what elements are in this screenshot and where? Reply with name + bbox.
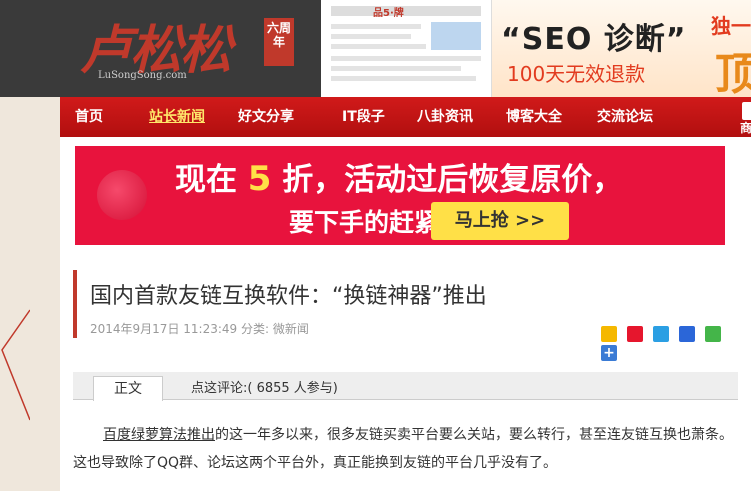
site-logo[interactable]: 卢松松 六周年 LuSongSong.com	[80, 8, 310, 88]
shot-row	[331, 24, 421, 29]
banner-title: “SEO 诊断”	[501, 22, 687, 57]
weibo-icon[interactable]	[627, 326, 644, 342]
nav-item-home[interactable]: 首页	[75, 97, 103, 137]
algorithm-link[interactable]: 百度绿萝算法推出	[103, 427, 215, 443]
banner-side-text: 独一	[711, 14, 751, 38]
logo-seal: 六周年	[264, 18, 294, 66]
banner-screenshot-image: 品5·牌	[321, 0, 492, 97]
article-tabs: 正文 点这评论:( 6855 人参与)	[73, 372, 738, 401]
share-bar: +	[601, 326, 751, 361]
article-body: 百度绿萝算法推出的这一年多以来，很多友链买卖平台要么关站，要么转行，甚至连友链互…	[73, 421, 741, 477]
qq-weibo-icon[interactable]	[653, 326, 670, 342]
nav-item-webmaster-news[interactable]: 站长新闻	[149, 97, 205, 137]
ad-headline: 现在 5 折，活动过后恢复原价，	[175, 154, 623, 199]
ad-discount-number: 5	[247, 159, 272, 199]
nav-shop-label[interactable]: 商	[740, 119, 751, 136]
tab-main-text[interactable]: 正文	[93, 376, 163, 401]
banner-side-text-large: 顶	[715, 49, 751, 97]
title-accent-bar	[73, 270, 77, 338]
shot-row	[331, 34, 411, 39]
ad-headline-prefix: 现在	[175, 162, 237, 198]
header-banner-ad[interactable]: 品5·牌 “SEO 诊断” 100天无效退款 独一 顶	[321, 0, 751, 97]
nav-item-article-share[interactable]: 好文分享	[238, 97, 294, 137]
promo-banner-ad[interactable]: 现在 5 折，活动过后恢复原价， 要下手的赶紧！ 马上抢 >>	[75, 146, 725, 245]
ad-headline-suffix: 折，活动过后恢复原价，	[282, 162, 624, 198]
nav-item-gossip[interactable]: 八卦资讯	[417, 97, 473, 137]
main-nav: 首页 站长新闻 好文分享 IT段子 八卦资讯 博客大全 交流论坛 商	[60, 97, 751, 137]
shot-row	[331, 66, 461, 71]
logo-domain: LuSongSong.com	[98, 70, 187, 81]
shot-row	[331, 76, 476, 81]
shot-logo: 品5·牌	[373, 8, 404, 19]
banner-subtitle: 100天无效退款	[507, 62, 646, 86]
shot-box	[431, 22, 481, 50]
tab-comments[interactable]: 点这评论:( 6855 人参与)	[191, 377, 338, 396]
nav-item-blog-directory[interactable]: 博客大全	[506, 97, 562, 137]
decorative-arrow-icon	[1, 309, 30, 421]
shot-row	[331, 56, 481, 61]
shot-row	[331, 44, 426, 49]
shot-bar	[331, 6, 481, 16]
nav-item-forum[interactable]: 交流论坛	[597, 97, 653, 137]
qzone-icon[interactable]	[601, 326, 617, 342]
nav-item-it-jokes[interactable]: IT段子	[342, 97, 385, 137]
baidu-icon[interactable]	[679, 326, 696, 342]
coin-icon	[97, 170, 147, 220]
wechat-icon[interactable]	[705, 326, 722, 342]
shop-icon[interactable]	[742, 102, 751, 120]
article-title: 国内首款友链互换软件：“换链神器”推出	[90, 284, 487, 309]
more-icon[interactable]: +	[601, 345, 617, 361]
buy-now-button[interactable]: 马上抢 >>	[431, 202, 569, 240]
article-meta: 2014年9月17日 11:23:49 分类: 微新闻	[90, 322, 309, 336]
